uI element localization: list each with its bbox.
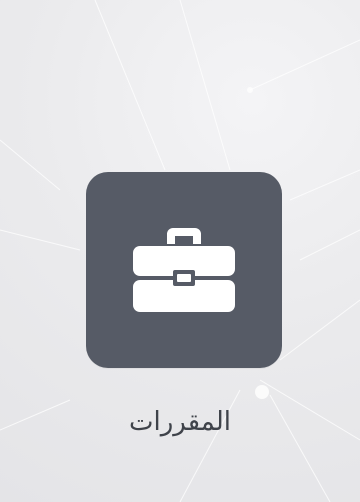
briefcase-icon [133,228,235,312]
courses-tile[interactable] [86,172,282,368]
courses-label[interactable]: المقررات [0,402,360,442]
